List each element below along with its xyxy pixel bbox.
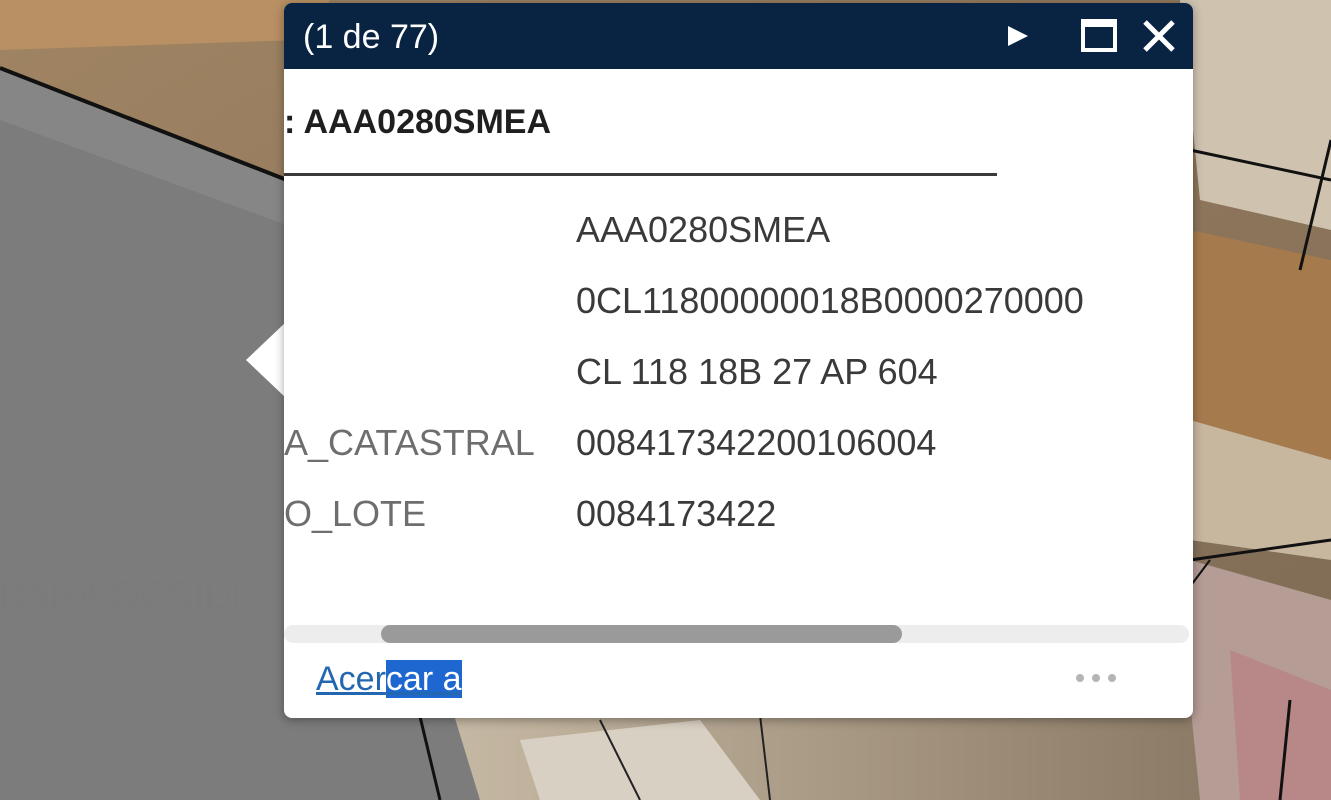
- attribute-value: CL 118 18B 27 AP 604: [576, 351, 938, 392]
- close-button[interactable]: [1136, 13, 1182, 59]
- zoom-to-link[interactable]: Acercar a: [316, 660, 462, 699]
- feature-title: : AAA0280SMEA: [284, 103, 552, 141]
- ellipsis-icon: [1076, 674, 1116, 682]
- zoom-link-text: Acer: [316, 660, 386, 698]
- attribute-value: 008417342200106004: [576, 422, 937, 463]
- close-x-icon: [1143, 20, 1175, 52]
- popup-feature-count: (1 de 77): [303, 18, 440, 56]
- popup-header: (1 de 77): [284, 3, 1193, 69]
- popup-content[interactable]: : AAA0280SMEA AAA0280SMEA 0CL11800000018…: [284, 69, 1193, 624]
- map-street-label: BARA OCCIDE: [0, 574, 257, 618]
- next-feature-button[interactable]: [996, 13, 1042, 59]
- attribute-label: O_LOTE: [284, 493, 427, 534]
- more-actions-button[interactable]: [1066, 663, 1126, 693]
- popup-footer: Acercar a: [284, 643, 1193, 718]
- attribute-row: O_LOTE 0084173422: [284, 493, 1193, 543]
- scrollbar-thumb[interactable]: [381, 625, 902, 643]
- attribute-value: AAA0280SMEA: [576, 209, 831, 250]
- attribute-value: 0084173422: [576, 493, 777, 534]
- attribute-value: 0CL11800000018B0000270000: [576, 280, 1084, 321]
- popup-pointer: [246, 322, 286, 398]
- attribute-row: 0CL11800000018B0000270000: [284, 280, 1193, 330]
- feature-popup: (1 de 77) : AAA0280SMEA AAA0280SMEA 0CL1…: [284, 3, 1193, 718]
- attribute-row: CL 118 18B 27 AP 604: [284, 351, 1193, 401]
- attribute-row: AAA0280SMEA: [284, 209, 1193, 259]
- maximize-button[interactable]: [1076, 13, 1122, 59]
- attribute-row: A_CATASTRAL 008417342200106004: [284, 422, 1193, 472]
- maximize-square-icon: [1081, 19, 1117, 52]
- title-divider: [284, 173, 997, 176]
- zoom-link-selected-text: car a: [385, 660, 462, 698]
- attribute-label: A_CATASTRAL: [284, 422, 535, 463]
- horizontal-scrollbar[interactable]: [284, 625, 1189, 643]
- play-triangle-icon: [1008, 26, 1028, 46]
